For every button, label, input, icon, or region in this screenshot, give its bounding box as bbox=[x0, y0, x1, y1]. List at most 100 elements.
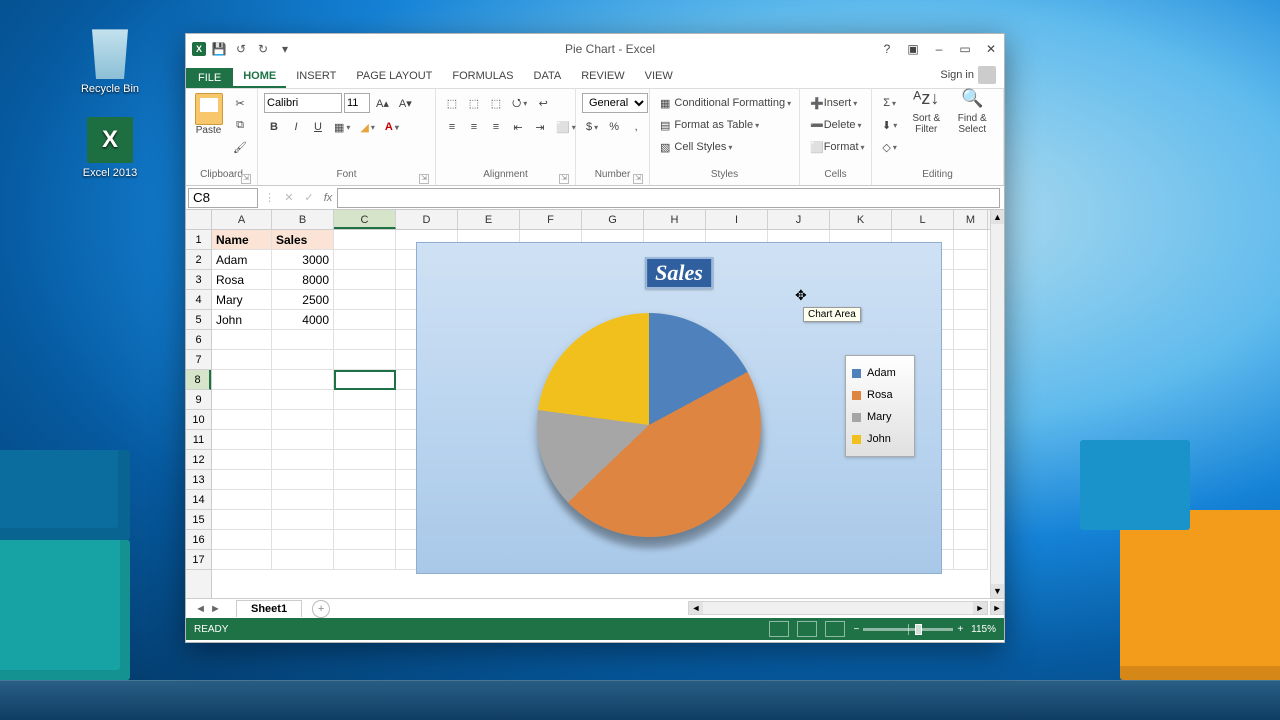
decrease-indent-button[interactable]: ⇤ bbox=[508, 117, 528, 137]
cell[interactable]: Rosa bbox=[212, 270, 272, 290]
tab-insert[interactable]: INSERT bbox=[286, 66, 346, 88]
row-header[interactable]: 1 bbox=[186, 230, 211, 250]
pie-plot[interactable] bbox=[537, 313, 761, 537]
cell[interactable]: 3000 bbox=[272, 250, 334, 270]
cell[interactable] bbox=[334, 310, 396, 330]
cell[interactable] bbox=[272, 330, 334, 350]
zoom-slider[interactable]: − + bbox=[853, 624, 963, 635]
font-size-input[interactable] bbox=[344, 93, 370, 113]
increase-indent-button[interactable]: ⇥ bbox=[530, 117, 550, 137]
legend-item[interactable]: Mary bbox=[852, 406, 908, 428]
cell[interactable] bbox=[212, 490, 272, 510]
cell[interactable] bbox=[954, 370, 988, 390]
row-header[interactable]: 13 bbox=[186, 470, 211, 490]
clipboard-dialog-icon[interactable]: ⇲ bbox=[241, 174, 251, 184]
cell[interactable] bbox=[212, 390, 272, 410]
paste-button[interactable]: Paste bbox=[192, 93, 225, 136]
cell[interactable] bbox=[272, 530, 334, 550]
row-header[interactable]: 15 bbox=[186, 510, 211, 530]
column-header[interactable]: M bbox=[954, 210, 988, 229]
excel-shortcut[interactable]: Excel 2013 bbox=[70, 117, 150, 179]
font-dialog-icon[interactable]: ⇲ bbox=[419, 174, 429, 184]
cell[interactable] bbox=[212, 350, 272, 370]
close-button[interactable]: ✕ bbox=[978, 37, 1004, 61]
cell[interactable] bbox=[212, 470, 272, 490]
tab-view[interactable]: VIEW bbox=[635, 66, 683, 88]
cell[interactable] bbox=[954, 350, 988, 370]
recycle-bin[interactable]: Recycle Bin bbox=[70, 25, 150, 95]
align-left-button[interactable]: ≡ bbox=[442, 117, 462, 137]
row-header[interactable]: 7 bbox=[186, 350, 211, 370]
cell[interactable] bbox=[272, 450, 334, 470]
page-layout-view-button[interactable] bbox=[797, 621, 817, 637]
accounting-button[interactable]: $ bbox=[582, 117, 602, 137]
cell[interactable]: John bbox=[212, 310, 272, 330]
help-button[interactable]: ? bbox=[874, 37, 900, 61]
qat-customize[interactable]: ▾ bbox=[276, 40, 294, 58]
column-header[interactable]: D bbox=[396, 210, 458, 229]
redo-button[interactable]: ↻ bbox=[254, 40, 272, 58]
scroll-right-icon[interactable]: ► bbox=[973, 602, 987, 614]
cell-styles-button[interactable]: ▧Cell Styles bbox=[656, 137, 796, 157]
cell[interactable] bbox=[954, 290, 988, 310]
worksheet-grid[interactable]: ABCDEFGHIJKLM 1234567891011121314151617 … bbox=[186, 210, 1004, 598]
increase-font-button[interactable]: A▴ bbox=[372, 93, 393, 113]
fx-icon[interactable]: fx bbox=[319, 192, 337, 204]
tab-home[interactable]: HOME bbox=[233, 66, 286, 88]
row-header[interactable]: 11 bbox=[186, 430, 211, 450]
cell[interactable] bbox=[954, 390, 988, 410]
cell[interactable] bbox=[212, 330, 272, 350]
alignment-dialog-icon[interactable]: ⇲ bbox=[559, 174, 569, 184]
cell[interactable]: Name bbox=[212, 230, 272, 250]
font-color-button[interactable]: A bbox=[381, 117, 403, 137]
cell[interactable] bbox=[212, 370, 272, 390]
cell[interactable] bbox=[954, 470, 988, 490]
font-name-input[interactable] bbox=[264, 93, 342, 113]
column-header[interactable]: F bbox=[520, 210, 582, 229]
cut-button[interactable]: ✂ bbox=[229, 93, 251, 113]
chart-legend[interactable]: AdamRosaMaryJohn bbox=[845, 355, 915, 457]
minimize-button[interactable]: – bbox=[926, 37, 952, 61]
cell[interactable] bbox=[272, 390, 334, 410]
column-header[interactable]: J bbox=[768, 210, 830, 229]
fill-color-button[interactable]: ◢ bbox=[356, 117, 378, 137]
align-middle-button[interactable]: ⬚ bbox=[464, 93, 484, 113]
cell[interactable] bbox=[334, 290, 396, 310]
select-all-corner[interactable] bbox=[186, 210, 212, 230]
underline-button[interactable]: U bbox=[308, 117, 328, 137]
cell[interactable] bbox=[334, 450, 396, 470]
zoom-in-button[interactable]: + bbox=[957, 624, 963, 635]
cell[interactable] bbox=[954, 250, 988, 270]
cell[interactable] bbox=[334, 410, 396, 430]
zoom-out-button[interactable]: − bbox=[853, 624, 859, 635]
cell[interactable] bbox=[272, 490, 334, 510]
cell[interactable] bbox=[334, 550, 396, 570]
wrap-text-button[interactable]: ↩ bbox=[533, 93, 553, 113]
cell[interactable] bbox=[334, 330, 396, 350]
decrease-font-button[interactable]: A▾ bbox=[395, 93, 416, 113]
align-top-button[interactable]: ⬚ bbox=[442, 93, 462, 113]
column-header[interactable]: C bbox=[334, 210, 396, 229]
copy-button[interactable]: ⧉ bbox=[229, 115, 251, 135]
cell[interactable] bbox=[334, 470, 396, 490]
cell[interactable] bbox=[334, 350, 396, 370]
active-cell[interactable] bbox=[334, 370, 396, 390]
insert-cells-button[interactable]: ➕ Insert bbox=[806, 93, 868, 113]
cell[interactable] bbox=[272, 510, 334, 530]
column-header[interactable]: A bbox=[212, 210, 272, 229]
align-bottom-button[interactable]: ⬚ bbox=[486, 93, 506, 113]
format-cells-button[interactable]: ⬜ Format bbox=[806, 137, 868, 157]
horizontal-scrollbar[interactable]: ◄ ► bbox=[688, 601, 988, 615]
cell[interactable]: 4000 bbox=[272, 310, 334, 330]
column-header[interactable]: K bbox=[830, 210, 892, 229]
align-right-button[interactable]: ≡ bbox=[486, 117, 506, 137]
tab-data[interactable]: DATA bbox=[524, 66, 572, 88]
cell[interactable] bbox=[954, 430, 988, 450]
row-header[interactable]: 14 bbox=[186, 490, 211, 510]
cell[interactable] bbox=[954, 490, 988, 510]
chart-title[interactable]: Sales bbox=[645, 257, 713, 289]
tab-review[interactable]: REVIEW bbox=[571, 66, 634, 88]
legend-item[interactable]: Adam bbox=[852, 362, 908, 384]
taskbar[interactable] bbox=[0, 680, 1280, 720]
delete-cells-button[interactable]: ➖ Delete bbox=[806, 115, 868, 135]
